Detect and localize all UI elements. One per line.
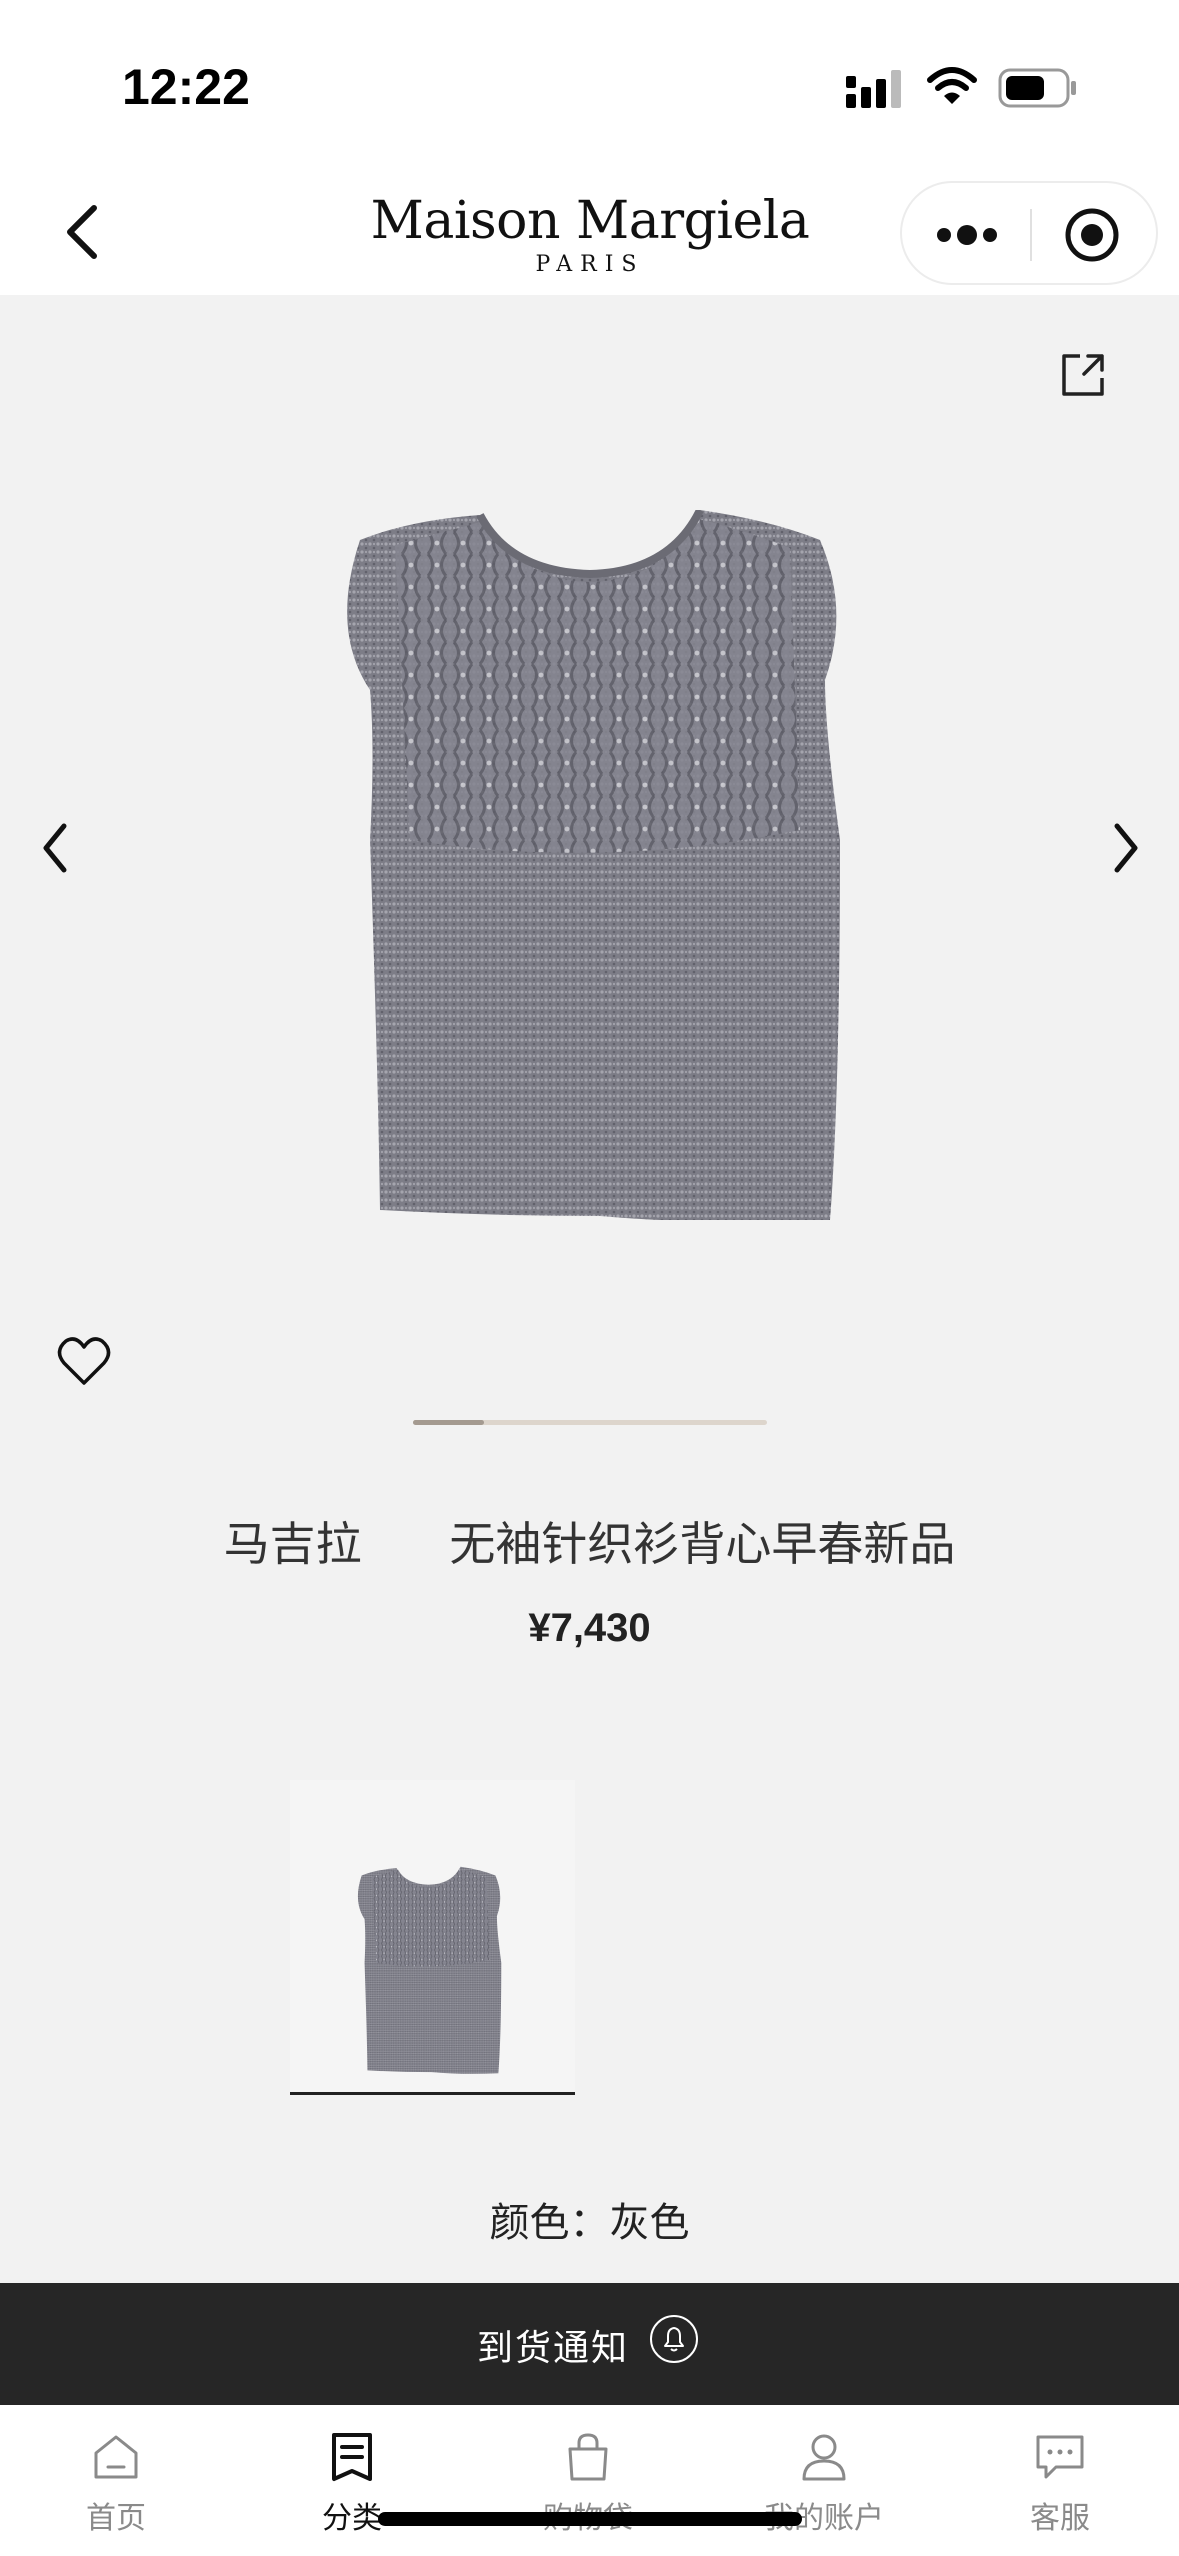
tab-customer-service[interactable]: 客服: [990, 2431, 1130, 2537]
user-icon: [802, 2434, 846, 2481]
favorite-heart-icon[interactable]: [56, 1335, 112, 1389]
brand-name: Maison Margiela: [370, 191, 810, 251]
wifi-icon: [927, 67, 977, 104]
bag-icon: [568, 2433, 608, 2481]
tab-home[interactable]: 首页: [46, 2431, 186, 2537]
battery-icon: [998, 68, 1076, 108]
gallery-progress-fill: [413, 1420, 484, 1425]
notify-me-button[interactable]: 到货通知: [0, 2283, 1179, 2405]
back-button[interactable]: [56, 200, 112, 264]
close-miniprogram-button[interactable]: [1062, 205, 1122, 265]
status-time: 12:22: [122, 59, 250, 115]
color-label: 颜色：: [489, 2200, 610, 2246]
brand-logo: Maison Margiela PARIS: [340, 192, 840, 277]
next-image-arrow[interactable]: [1105, 818, 1145, 878]
share-icon[interactable]: [1058, 350, 1108, 400]
color-selection: 颜色：灰色: [0, 2190, 1179, 2248]
list-icon: [332, 2433, 372, 2481]
brand-city: PARIS: [535, 252, 645, 277]
signal-icon: [846, 70, 901, 108]
bell-icon: [650, 2315, 698, 2363]
status-bar: 12:22: [0, 0, 1179, 170]
more-options-button[interactable]: [932, 211, 1002, 259]
miniprogram-capsule: [900, 181, 1158, 285]
product-title: 马吉拉 无袖针织衫背心早春新品: [223, 1517, 956, 1571]
capsule-divider: [1030, 209, 1032, 261]
notify-label: 到货通知: [477, 2328, 630, 2369]
home-indicator: [378, 2512, 802, 2526]
tab-label-customer-service: 客服: [1030, 2501, 1090, 2536]
product-main-image: [347, 510, 840, 1220]
prev-image-arrow[interactable]: [36, 818, 76, 878]
color-value: 灰色: [609, 2200, 690, 2246]
thumbnail-image: [357, 1866, 502, 2074]
home-icon: [94, 2435, 138, 2479]
tab-label-home: 首页: [86, 2501, 146, 2536]
selected-swatch-underline: [290, 2092, 575, 2095]
chat-icon: [1036, 2435, 1084, 2479]
nav-header: Maison Margiela PARIS: [0, 170, 1179, 295]
product-price: ¥7,430: [528, 1606, 651, 1650]
bottom-tab-bar: 首页 分类 购物袋 我的账户 客服: [0, 2405, 1179, 2556]
color-swatch-thumbnail[interactable]: [290, 1780, 575, 2095]
gallery-progress-bar: [413, 1420, 767, 1425]
